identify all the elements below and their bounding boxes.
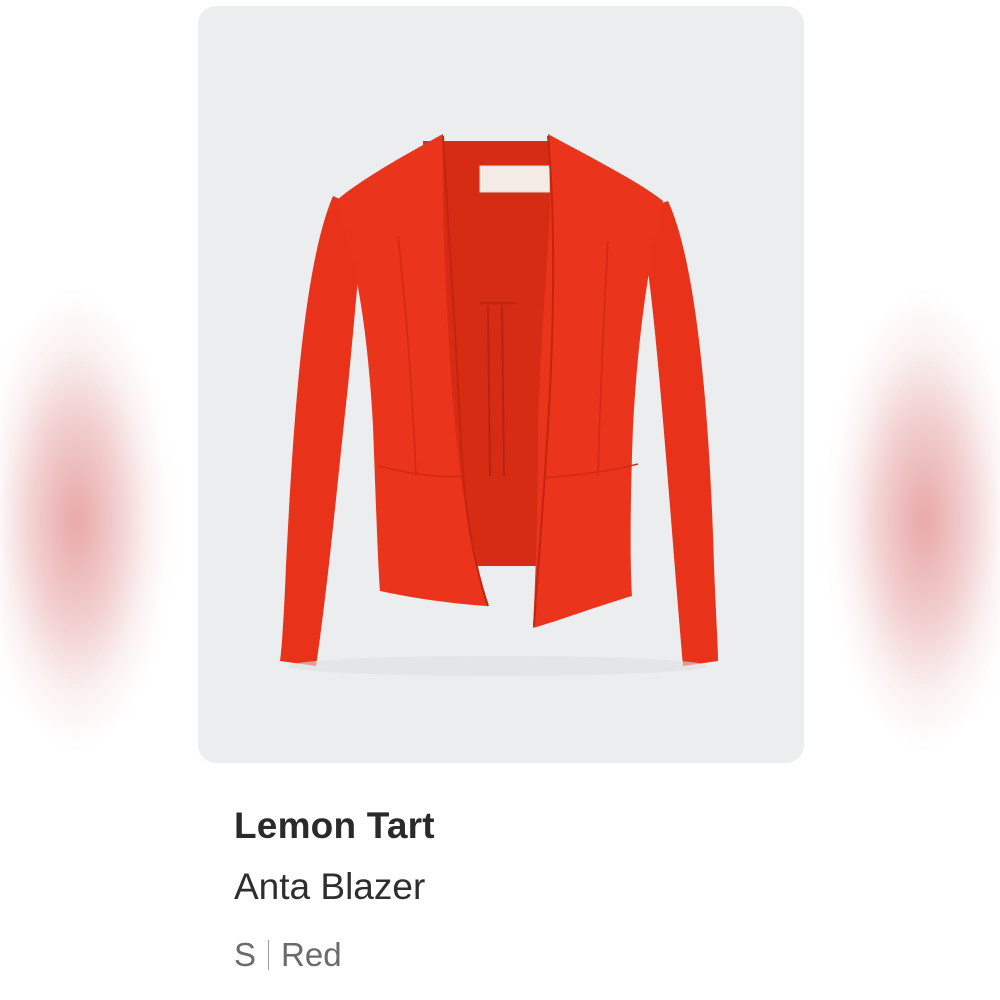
color-value: Red	[281, 936, 342, 973]
red-blazer-image	[280, 134, 718, 676]
blurred-backdrop-right	[810, 0, 1000, 1000]
separator-divider	[268, 940, 270, 970]
product-card[interactable]: Lemon Tart Anta Blazer S Red	[186, 0, 814, 1000]
brand-name: Lemon Tart	[234, 805, 435, 846]
product-image-panel[interactable]	[198, 6, 804, 763]
blurred-backdrop-left	[0, 0, 190, 1000]
listing-screenshot: Lemon Tart Anta Blazer S Red	[0, 0, 1000, 1000]
size-color-line: S Red	[234, 936, 342, 974]
product-name: Anta Blazer	[234, 866, 426, 907]
size-value: S	[234, 936, 257, 973]
